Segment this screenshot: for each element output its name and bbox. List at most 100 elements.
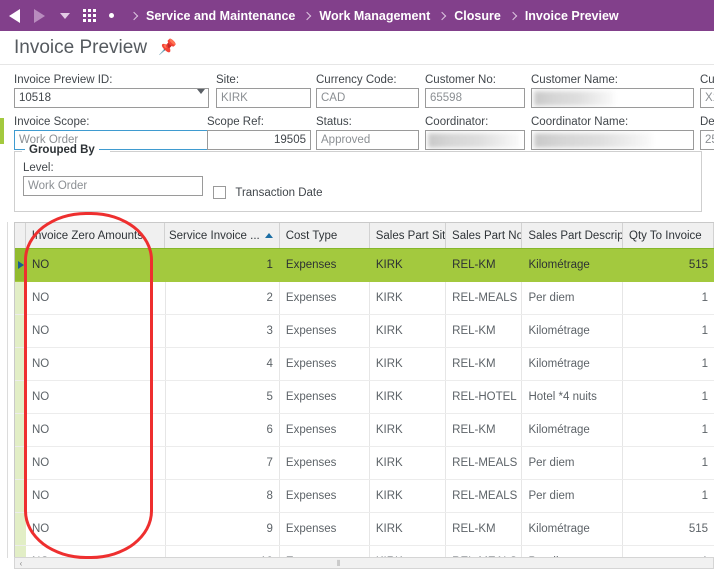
cell-zero[interactable]: NO: [26, 282, 166, 314]
invoice-preview-id-input[interactable]: 10518: [14, 88, 209, 108]
cell-zero[interactable]: NO: [26, 480, 166, 512]
cell-cost[interactable]: Expenses: [280, 447, 370, 479]
cell-zero[interactable]: NO: [26, 414, 166, 446]
transaction-date-checkbox[interactable]: [213, 186, 226, 200]
cell-desc[interactable]: Per diem: [522, 447, 624, 479]
cell-qty[interactable]: 515: [623, 249, 714, 281]
scope-ref-input[interactable]: 19505: [207, 130, 311, 150]
cell-cost[interactable]: Expenses: [280, 315, 370, 347]
table-row[interactable]: NO 4 Expenses KIRK REL-KM Kilométrage 1: [15, 348, 714, 381]
level-input[interactable]: Work Order: [23, 176, 203, 196]
cell-qty[interactable]: 515: [623, 513, 714, 545]
cell-part[interactable]: REL-MEALS: [446, 447, 523, 479]
cell-site[interactable]: KIRK: [370, 414, 447, 446]
currency-code-input[interactable]: CAD: [316, 88, 419, 108]
cell-desc[interactable]: Kilométrage: [522, 315, 624, 347]
table-row[interactable]: NO 3 Expenses KIRK REL-KM Kilométrage 1: [15, 315, 714, 348]
cell-part[interactable]: REL-MEALS: [446, 480, 523, 512]
cell-cost[interactable]: Expenses: [280, 249, 370, 281]
cell-cost[interactable]: Expenses: [280, 480, 370, 512]
cell-cost[interactable]: Expenses: [280, 414, 370, 446]
cell-qty[interactable]: 1: [623, 414, 714, 446]
cell-desc[interactable]: Kilométrage: [522, 249, 624, 281]
transaction-date-checkbox-group[interactable]: Transaction Date: [213, 185, 323, 200]
cell-qty[interactable]: 1: [623, 282, 714, 314]
table-row[interactable]: NO 9 Expenses KIRK REL-KM Kilométrage 515: [15, 513, 714, 546]
cell-part[interactable]: REL-MEALS: [446, 282, 523, 314]
table-row[interactable]: NO 2 Expenses KIRK REL-MEALS Per diem 1: [15, 282, 714, 315]
cell-site[interactable]: KIRK: [370, 249, 447, 281]
cell-desc[interactable]: Kilométrage: [522, 513, 624, 545]
scrollbar-thumb[interactable]: ⦀: [29, 559, 649, 568]
arrow-left-icon[interactable]: [9, 8, 20, 23]
table-row[interactable]: NO 5 Expenses KIRK REL-HOTEL Hotel *4 nuits 1: [15, 381, 714, 414]
cell-qty[interactable]: 1: [623, 348, 714, 380]
breadcrumb-item-2[interactable]: Closure: [454, 9, 501, 23]
customer-no-input[interactable]: 65598: [425, 88, 525, 108]
cell-svc[interactable]: 5: [166, 381, 280, 413]
cell-svc[interactable]: 8: [166, 480, 280, 512]
row-selector-indicator[interactable]: [15, 348, 26, 380]
cell-qty[interactable]: 1: [623, 447, 714, 479]
cell-qty[interactable]: 1: [623, 381, 714, 413]
row-selector-indicator[interactable]: [15, 414, 26, 446]
cell-zero[interactable]: NO: [26, 381, 166, 413]
table-row[interactable]: NO 1 Expenses KIRK REL-KM Kilométrage 515: [15, 249, 714, 282]
column-header-service-invoice[interactable]: Service Invoice ...: [165, 223, 280, 248]
customer-name-input[interactable]: [531, 88, 694, 108]
row-selector-indicator[interactable]: [15, 513, 26, 545]
column-header-cost-type[interactable]: Cost Type: [279, 223, 370, 248]
de-clipped-input[interactable]: 25: [700, 130, 714, 150]
cell-cost[interactable]: Expenses: [280, 513, 370, 545]
cell-site[interactable]: KIRK: [370, 282, 447, 314]
cell-zero[interactable]: NO: [26, 315, 166, 347]
cell-cost[interactable]: Expenses: [280, 348, 370, 380]
row-selector-indicator[interactable]: [15, 282, 26, 314]
cell-qty[interactable]: 1: [623, 315, 714, 347]
site-input[interactable]: KIRK: [216, 88, 311, 108]
cell-svc[interactable]: 7: [166, 447, 280, 479]
cell-cost[interactable]: Expenses: [280, 381, 370, 413]
cell-svc[interactable]: 2: [166, 282, 280, 314]
cell-site[interactable]: KIRK: [370, 480, 447, 512]
cell-svc[interactable]: 9: [166, 513, 280, 545]
status-input[interactable]: Approved: [316, 130, 419, 150]
cell-part[interactable]: REL-HOTEL: [446, 381, 523, 413]
row-selector-indicator[interactable]: [15, 447, 26, 479]
cell-site[interactable]: KIRK: [370, 447, 447, 479]
cell-svc[interactable]: 6: [166, 414, 280, 446]
cell-part[interactable]: REL-KM: [446, 414, 523, 446]
column-header-sales-part-site[interactable]: Sales Part Site: [369, 223, 447, 248]
cell-zero[interactable]: NO: [26, 348, 166, 380]
invoice-lines-grid[interactable]: Invoice Zero Amounts Service Invoice ...…: [14, 222, 714, 558]
cell-part[interactable]: REL-KM: [446, 249, 523, 281]
coordinator-input[interactable]: [425, 130, 525, 150]
column-header-sales-part-no[interactable]: Sales Part No: [446, 223, 523, 248]
breadcrumb-item-3[interactable]: Invoice Preview: [525, 9, 619, 23]
grid-apps-icon[interactable]: [83, 9, 96, 22]
cell-part[interactable]: REL-KM: [446, 315, 523, 347]
cell-site[interactable]: KIRK: [370, 348, 447, 380]
arrow-right-icon[interactable]: [34, 8, 45, 23]
cell-site[interactable]: KIRK: [370, 381, 447, 413]
cell-part[interactable]: REL-KM: [446, 513, 523, 545]
cell-desc[interactable]: Hotel *4 nuits: [522, 381, 624, 413]
cell-site[interactable]: KIRK: [370, 513, 447, 545]
cell-qty[interactable]: 1: [623, 480, 714, 512]
cell-part[interactable]: REL-KM: [446, 348, 523, 380]
cell-zero[interactable]: NO: [26, 513, 166, 545]
cell-cost[interactable]: Expenses: [280, 282, 370, 314]
sort-ascending-icon[interactable]: [264, 233, 273, 238]
breadcrumb-item-1[interactable]: Work Management: [319, 9, 430, 23]
horizontal-scrollbar[interactable]: ‹ ⦀: [14, 557, 714, 569]
chevron-down-icon[interactable]: [60, 12, 70, 19]
row-selector-indicator[interactable]: [15, 249, 26, 281]
dot-icon[interactable]: [109, 13, 114, 18]
row-selector-indicator[interactable]: [15, 480, 26, 512]
cell-desc[interactable]: Per diem: [522, 282, 624, 314]
table-row[interactable]: NO 6 Expenses KIRK REL-KM Kilométrage 1: [15, 414, 714, 447]
column-header-invoice-zero-amounts[interactable]: Invoice Zero Amounts: [25, 223, 166, 248]
scroll-left-arrow-icon[interactable]: ‹: [15, 558, 27, 568]
cell-site[interactable]: KIRK: [370, 315, 447, 347]
cell-svc[interactable]: 4: [166, 348, 280, 380]
